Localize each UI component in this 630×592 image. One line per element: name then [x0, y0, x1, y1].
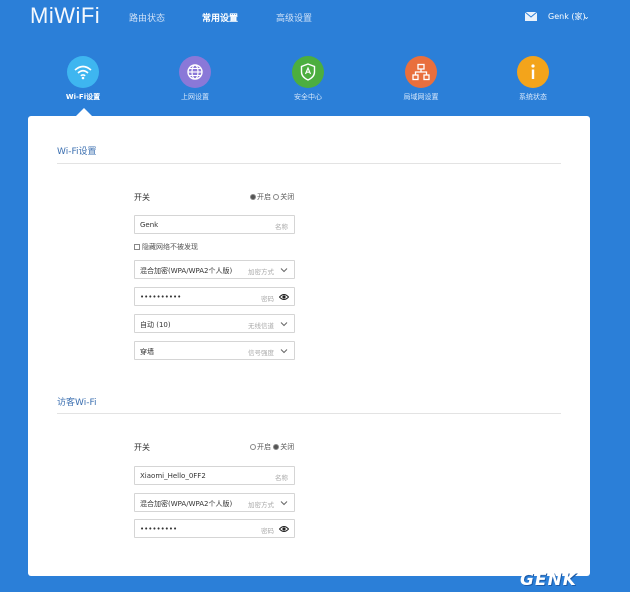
channel-value: 自动 (10) [140, 321, 171, 329]
hide-network-checkbox[interactable]: 隐藏网络不被发现 [134, 242, 198, 252]
category-label: Wi-Fi设置 [65, 93, 101, 101]
chevron-down-icon [280, 268, 288, 273]
radio-on[interactable] [250, 194, 256, 200]
guest-section-title: 访客Wi-Fi [57, 398, 97, 408]
guest-encryption-value: 混合加密(WPA/WPA2个人版) [140, 500, 233, 508]
wifi-signal-select[interactable]: 穿墙 信号强度 [134, 341, 295, 360]
category-row: Wi-Fi设置 上网设置 安全中心 局域网设置 系统状态 [0, 50, 630, 110]
category-label: 上网设置 [181, 93, 209, 101]
guest-name-input[interactable]: Xiaomi_Hello_0FF2 名称 [134, 466, 295, 485]
encryption-value: 混合加密(WPA/WPA2个人版) [140, 267, 233, 275]
category-label: 局域网设置 [403, 93, 439, 101]
guest-password-hint: 密码 [261, 527, 274, 535]
divider [57, 413, 561, 414]
wifi-channel-select[interactable]: 自动 (10) 无线信道 [134, 314, 295, 333]
category-lan-settings[interactable]: 局域网设置 [376, 50, 466, 102]
guest-name-hint: 名称 [275, 474, 288, 482]
category-security-center[interactable]: 安全中心 [263, 50, 353, 102]
channel-hint: 无线信道 [248, 322, 274, 330]
guest-name-value: Xiaomi_Hello_0FF2 [140, 472, 206, 480]
radio-off-label[interactable]: 关闭 [280, 443, 294, 451]
shield-icon [292, 56, 324, 88]
user-label[interactable]: Genk (家) [548, 11, 586, 22]
guest-encryption-hint: 加密方式 [248, 501, 274, 509]
wifi-switch-radio-group: 开启 关闭 [250, 192, 294, 202]
category-label: 安全中心 [294, 93, 322, 101]
logo: MiWiFi [30, 3, 101, 28]
guest-switch-radio-group: 开启 关闭 [250, 442, 294, 452]
category-system-status[interactable]: 系统状态 [488, 50, 578, 102]
chevron-down-icon [280, 501, 288, 506]
top-bar: MiWiFi 路由状态 常用设置 高级设置 Genk (家) ⌄ [0, 0, 630, 40]
radio-off[interactable] [273, 444, 280, 450]
nav-common-settings[interactable]: 常用设置 [202, 11, 238, 24]
wifi-switch-label: 开关 [134, 193, 150, 202]
category-wifi-settings[interactable]: Wi-Fi设置 [38, 50, 128, 102]
password-value: •••••••••• [140, 293, 182, 301]
radio-on-label[interactable]: 开启 [257, 193, 271, 201]
checkbox[interactable] [134, 244, 140, 250]
eye-icon[interactable] [279, 525, 289, 533]
settings-card: Wi-Fi设置 开关 开启 关闭 Genk 名称 隐藏网络不被发现 混合加密(W… [28, 116, 590, 576]
signal-value: 穿墙 [140, 348, 154, 356]
divider [57, 163, 561, 164]
watermark-logo: GENK [520, 570, 577, 590]
active-pointer [76, 108, 92, 116]
wifi-encryption-select[interactable]: 混合加密(WPA/WPA2个人版) 加密方式 [134, 260, 295, 279]
wifi-name-value: Genk [140, 221, 159, 229]
category-label: 系统状态 [519, 93, 547, 101]
encryption-hint: 加密方式 [248, 268, 274, 276]
nav-advanced-settings[interactable]: 高级设置 [276, 11, 312, 24]
password-hint: 密码 [261, 295, 274, 303]
eye-icon[interactable] [279, 293, 289, 301]
chevron-down-icon[interactable]: ⌄ [583, 12, 590, 21]
radio-off[interactable] [273, 194, 280, 200]
guest-encryption-select[interactable]: 混合加密(WPA/WPA2个人版) 加密方式 [134, 493, 295, 512]
chevron-down-icon [280, 322, 288, 327]
guest-password-value: ••••••••• [140, 525, 178, 533]
guest-switch-label: 开关 [134, 443, 150, 452]
guest-password-input[interactable]: ••••••••• 密码 [134, 519, 295, 538]
wifi-section-title: Wi-Fi设置 [57, 147, 97, 157]
info-icon [517, 56, 549, 88]
globe-icon [179, 56, 211, 88]
wifi-icon [67, 56, 99, 88]
radio-on[interactable] [250, 444, 256, 450]
chevron-down-icon [280, 349, 288, 354]
radio-off-label[interactable]: 关闭 [280, 193, 294, 201]
wifi-name-hint: 名称 [275, 223, 288, 231]
wifi-name-input[interactable]: Genk 名称 [134, 215, 295, 234]
wifi-password-input[interactable]: •••••••••• 密码 [134, 287, 295, 306]
category-internet-settings[interactable]: 上网设置 [150, 50, 240, 102]
network-icon [405, 56, 437, 88]
mail-icon[interactable] [525, 12, 537, 21]
nav-router-status[interactable]: 路由状态 [129, 11, 165, 24]
hide-network-label: 隐藏网络不被发现 [142, 243, 198, 251]
radio-on-label[interactable]: 开启 [257, 443, 271, 451]
signal-hint: 信号强度 [248, 349, 274, 357]
